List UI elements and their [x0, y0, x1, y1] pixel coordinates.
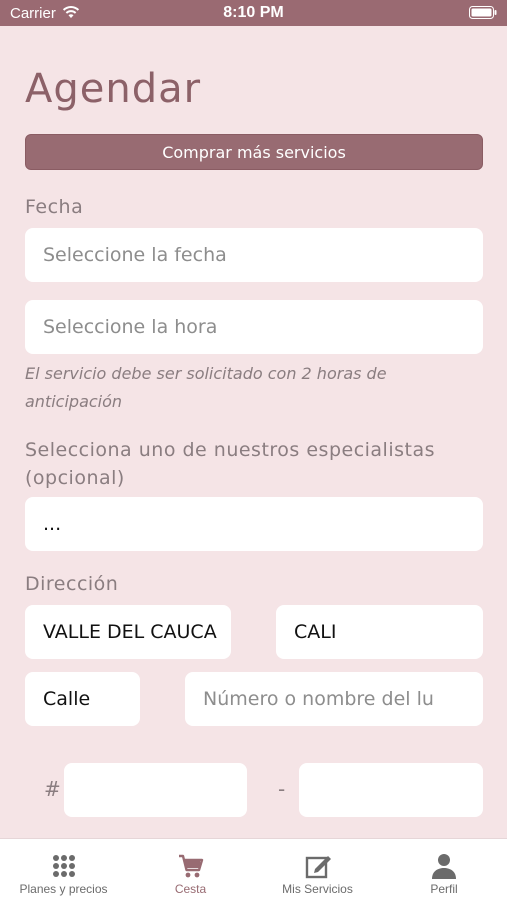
status-bar: Carrier 8:10 PM: [0, 0, 507, 26]
date-field[interactable]: Seleccione la fecha: [25, 228, 483, 282]
tab-my-services-label: Mis Servicios: [282, 882, 353, 896]
tab-my-services[interactable]: Mis Servicios: [254, 839, 381, 900]
tab-plans[interactable]: Planes y precios: [0, 839, 127, 900]
battery-icon: [469, 6, 497, 19]
place-name-input[interactable]: Número o nombre del lu: [185, 672, 483, 726]
street-number-input[interactable]: [64, 763, 247, 817]
grid-icon: [52, 855, 75, 877]
buy-more-services-button[interactable]: Comprar más servicios: [25, 134, 483, 170]
page-title: Agendar: [25, 66, 202, 112]
street-type-select[interactable]: Calle: [25, 672, 140, 726]
clock: 8:10 PM: [223, 4, 284, 21]
house-number-input[interactable]: [299, 763, 483, 817]
date-section-label: Fecha: [25, 196, 84, 218]
tab-profile[interactable]: Perfil: [381, 839, 507, 900]
tab-cart-label: Cesta: [174, 882, 207, 896]
department-select[interactable]: VALLE DEL CAUCA: [25, 605, 231, 659]
dash-symbol: -: [278, 777, 286, 801]
tab-profile-label: Perfil: [430, 882, 458, 896]
specialist-section-label: Selecciona uno de nuestros especialistas…: [25, 439, 436, 489]
specialist-select[interactable]: ...: [25, 497, 483, 551]
tab-bar: Planes y precios Cesta Mis Servicios Per…: [0, 838, 507, 900]
hash-symbol: #: [44, 777, 61, 801]
cart-icon: [178, 854, 203, 878]
time-note: El servicio debe ser solicitado con 2 ho…: [25, 364, 387, 411]
tab-cart[interactable]: Cesta: [127, 839, 254, 900]
address-section-label: Dirección: [25, 573, 119, 595]
person-icon: [432, 854, 456, 879]
tab-plans-label: Planes y precios: [19, 882, 108, 896]
city-select[interactable]: CALI: [276, 605, 483, 659]
edit-icon: [305, 856, 331, 879]
time-field[interactable]: Seleccione la hora: [25, 300, 483, 354]
